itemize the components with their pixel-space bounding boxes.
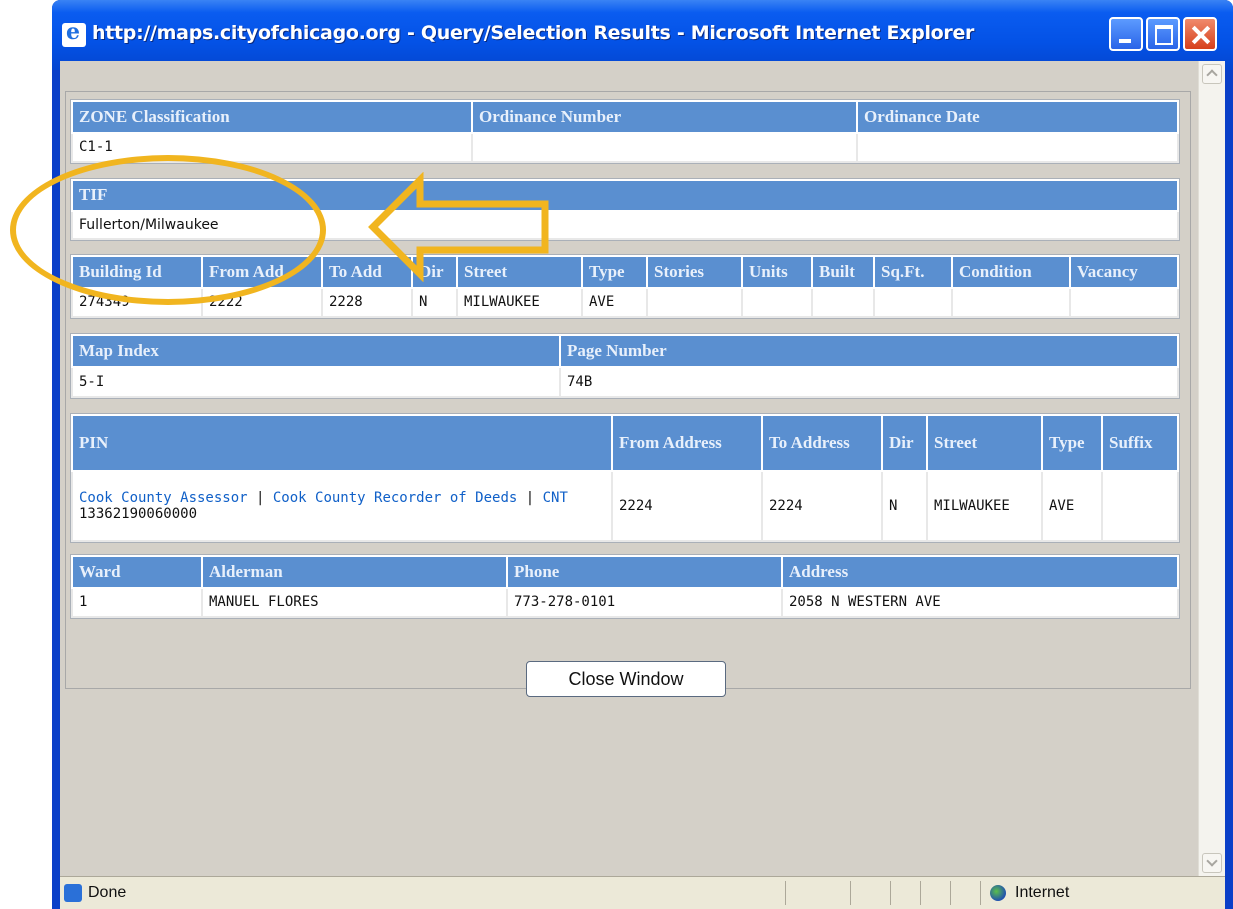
pin-street-header: Street bbox=[926, 414, 1043, 472]
close-window-icon[interactable] bbox=[1183, 17, 1217, 51]
address-value: 2058 N WESTERN AVE bbox=[781, 586, 1179, 619]
alderman-value: MANUEL FLORES bbox=[201, 586, 508, 619]
alderman-header: Alderman bbox=[201, 555, 508, 589]
ward-table: Ward Alderman Phone Address 1 MANUEL FLO… bbox=[70, 554, 1180, 619]
status-divider bbox=[850, 881, 851, 905]
ordinance-number-header: Ordinance Number bbox=[471, 100, 858, 134]
stories-value bbox=[646, 286, 743, 319]
scroll-up-icon[interactable] bbox=[1202, 64, 1222, 84]
address-header: Address bbox=[781, 555, 1179, 589]
suffix-value bbox=[1101, 470, 1179, 542]
phone-value: 773-278-0101 bbox=[506, 586, 783, 619]
to-address-value: 2224 bbox=[761, 470, 883, 542]
street-value: MILWAUKEE bbox=[456, 286, 583, 319]
status-divider bbox=[890, 881, 891, 905]
built-header: Built bbox=[811, 255, 875, 289]
from-address-header: From Address bbox=[611, 414, 763, 472]
internet-zone-icon bbox=[990, 885, 1006, 901]
sqft-header: Sq.Ft. bbox=[873, 255, 953, 289]
to-add-value: 2228 bbox=[321, 286, 413, 319]
browser-window: http://maps.cityofchicago.org - Query/Se… bbox=[52, 0, 1233, 909]
ward-header: Ward bbox=[71, 555, 203, 589]
ordinance-number-value bbox=[471, 131, 858, 164]
condition-header: Condition bbox=[951, 255, 1071, 289]
stories-header: Stories bbox=[646, 255, 743, 289]
pin-cell: Cook County Assessor | Cook County Recor… bbox=[71, 470, 613, 542]
maximize-button[interactable] bbox=[1146, 17, 1180, 51]
to-address-header: To Address bbox=[761, 414, 883, 472]
status-divider bbox=[920, 881, 921, 905]
status-divider bbox=[785, 881, 786, 905]
window-title: http://maps.cityofchicago.org - Query/Se… bbox=[92, 22, 975, 44]
condition-value bbox=[951, 286, 1071, 319]
pin-dir-header: Dir bbox=[881, 414, 928, 472]
pin-number: 13362190060000 bbox=[79, 506, 198, 522]
ward-value: 1 bbox=[71, 586, 203, 619]
map-index-table: Map Index Page Number 5-I 74B bbox=[70, 333, 1180, 399]
units-value bbox=[741, 286, 813, 319]
pin-type-value: AVE bbox=[1041, 470, 1103, 542]
sqft-value bbox=[873, 286, 953, 319]
link-separator: | bbox=[517, 490, 543, 506]
status-text: Done bbox=[88, 884, 127, 901]
zone-classification-header: ZONE Classification bbox=[71, 100, 473, 134]
security-zone-label: Internet bbox=[1015, 884, 1070, 901]
map-index-header: Map Index bbox=[71, 333, 561, 369]
ordinance-date-value bbox=[856, 131, 1179, 164]
link-separator: | bbox=[247, 490, 273, 506]
pin-street-value: MILWAUKEE bbox=[926, 470, 1043, 542]
type-value: AVE bbox=[581, 286, 648, 319]
status-divider bbox=[950, 881, 951, 905]
dir-value: N bbox=[411, 286, 458, 319]
pin-type-header: Type bbox=[1041, 414, 1103, 472]
vacancy-header: Vacancy bbox=[1069, 255, 1179, 289]
ordinance-date-header: Ordinance Date bbox=[856, 100, 1179, 134]
from-address-value: 2224 bbox=[611, 470, 763, 542]
type-header: Type bbox=[581, 255, 648, 289]
ie-icon bbox=[62, 19, 86, 47]
annotation-arrow-icon bbox=[368, 172, 549, 282]
vacancy-value bbox=[1069, 286, 1179, 319]
built-value bbox=[811, 286, 875, 319]
pin-dir-value: N bbox=[881, 470, 928, 542]
page-number-header: Page Number bbox=[559, 333, 1179, 369]
title-bar[interactable]: http://maps.cityofchicago.org - Query/Se… bbox=[52, 0, 1233, 70]
close-window-button[interactable]: Close Window bbox=[526, 661, 726, 697]
status-divider bbox=[980, 881, 981, 905]
minimize-button[interactable] bbox=[1109, 17, 1143, 51]
phone-header: Phone bbox=[506, 555, 783, 589]
highlight-ellipse bbox=[10, 155, 326, 305]
pin-header: PIN bbox=[71, 414, 613, 472]
cook-county-recorder-link[interactable]: Cook County Recorder of Deeds bbox=[273, 490, 517, 506]
suffix-header: Suffix bbox=[1101, 414, 1179, 472]
vertical-scrollbar[interactable] bbox=[1198, 61, 1225, 876]
status-bar: Done Internet bbox=[60, 876, 1225, 909]
cook-county-assessor-link[interactable]: Cook County Assessor bbox=[79, 490, 248, 506]
page-done-icon bbox=[64, 884, 82, 902]
units-header: Units bbox=[741, 255, 813, 289]
cnt-link[interactable]: CNT bbox=[543, 490, 568, 506]
map-index-value: 5-I bbox=[71, 366, 561, 398]
page-number-value: 74B bbox=[559, 366, 1179, 398]
pin-table: PIN From Address To Address Dir Street T… bbox=[70, 413, 1180, 543]
zone-table: ZONE Classification Ordinance Number Ord… bbox=[70, 99, 1180, 164]
scroll-down-icon[interactable] bbox=[1202, 853, 1222, 873]
